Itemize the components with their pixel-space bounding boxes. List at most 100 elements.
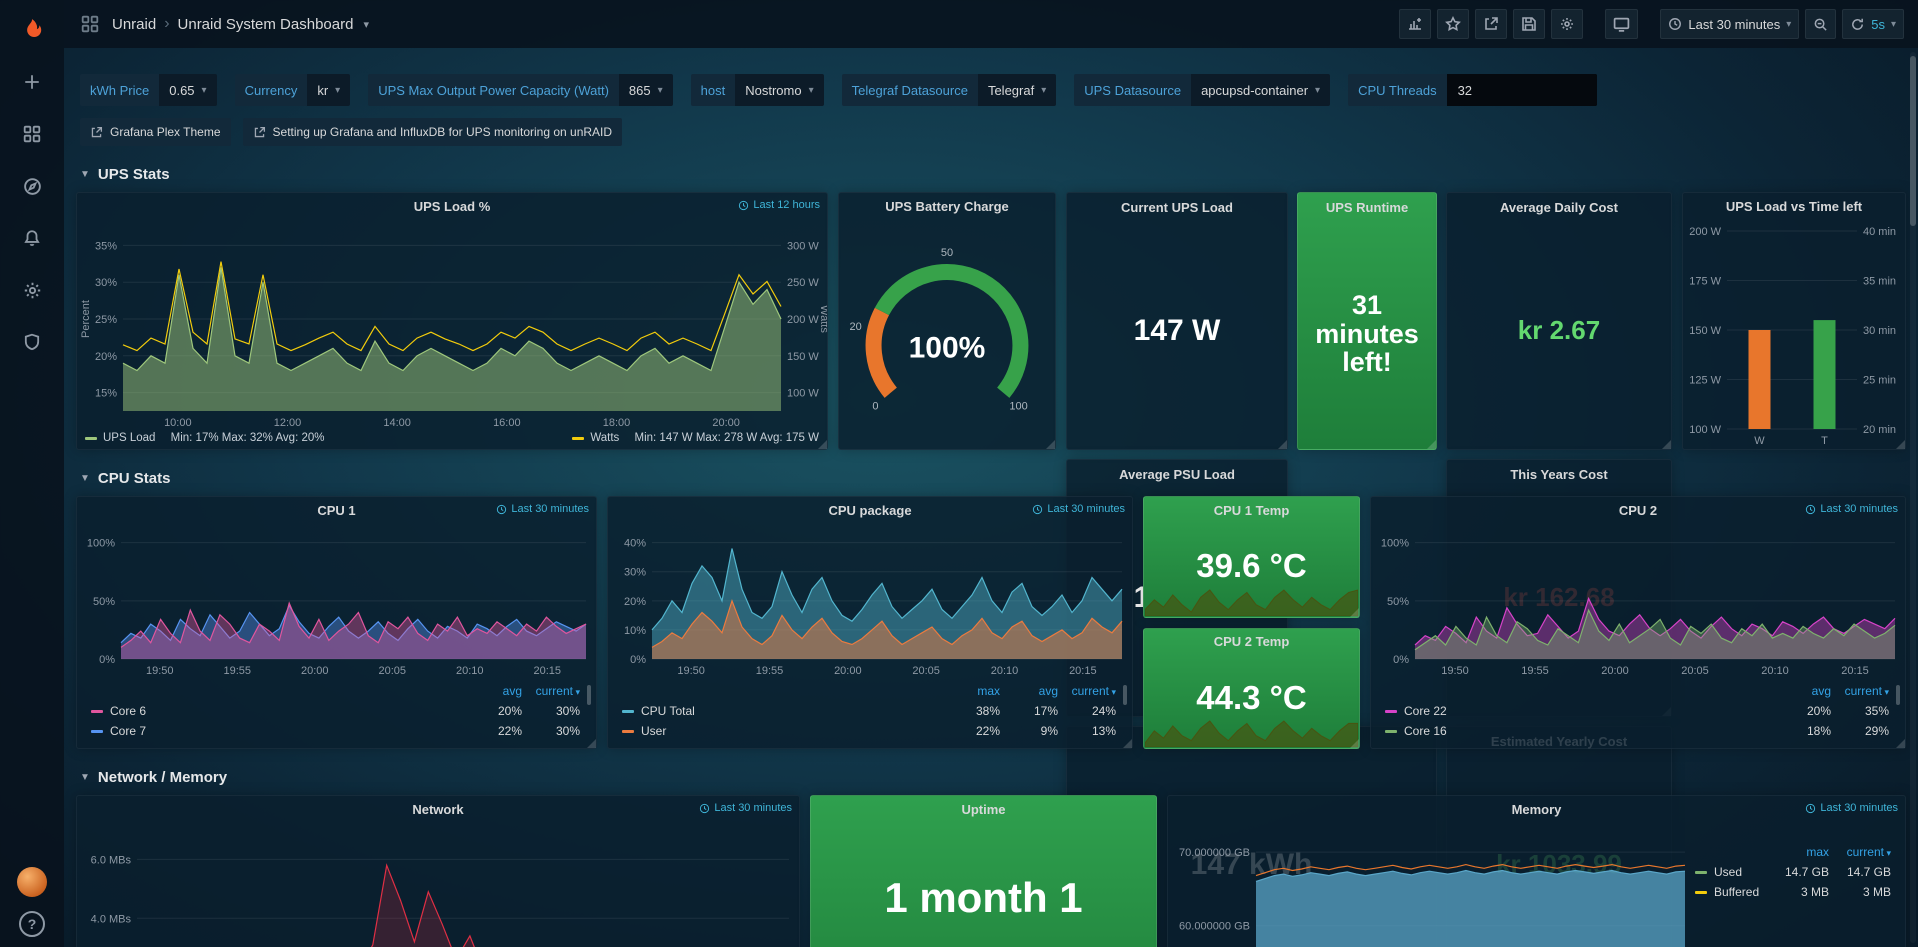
panel-header[interactable]: UPS Load % Last 12 hours — [77, 193, 827, 219]
variable-label: Telegraf Datasource — [842, 74, 978, 106]
panel-uptime: Uptime 1 month 1 — [810, 795, 1157, 947]
refresh-button[interactable]: 5s ▾ — [1842, 9, 1904, 39]
svg-text:Percent: Percent — [80, 300, 92, 338]
legend-row: User22%9%13% — [622, 721, 1116, 741]
zoom-out-button[interactable] — [1805, 9, 1836, 39]
panel-title: CPU 2 — [1619, 503, 1657, 518]
grafana-logo[interactable] — [12, 10, 52, 50]
battery-gauge: 02050100100% — [839, 219, 1055, 449]
chevron-down-icon[interactable]: ▾ — [1891, 19, 1896, 30]
stat-value: 1 month 1 — [811, 874, 1156, 922]
clock-icon — [1032, 504, 1043, 515]
svg-text:Watts: Watts — [818, 305, 827, 333]
network-chart[interactable]: 2.0 MBs4.0 MBs6.0 MBs — [77, 822, 799, 947]
legend-row: Core 722%30% — [91, 721, 580, 741]
link-grafana-plex-theme[interactable]: Grafana Plex Theme — [80, 118, 231, 146]
time-range-picker[interactable]: Last 30 minutes ▾ — [1660, 9, 1799, 39]
legend: maxavgcurrent CPU Total38%17%24% User22%… — [608, 679, 1132, 748]
alerting-bell-icon[interactable] — [12, 218, 52, 258]
save-button[interactable] — [1513, 9, 1545, 39]
panel-cpu2: CPU 2 Last 30 minutes 0%50%100%19:5019:5… — [1370, 496, 1906, 749]
variable-value: 865 — [629, 83, 651, 98]
panel-title: UPS Load vs Time left — [1726, 199, 1862, 214]
svg-text:300 W: 300 W — [787, 240, 819, 252]
chevron-down-icon[interactable]: ▾ — [363, 18, 369, 31]
clock-icon — [1805, 803, 1816, 814]
chevron-down-icon: ▾ — [1786, 19, 1791, 30]
svg-text:20%: 20% — [95, 351, 117, 363]
variable-value: 0.65 — [169, 83, 194, 98]
cpu2-chart[interactable]: 0%50%100%19:5019:5520:0020:0520:1020:15 — [1371, 523, 1905, 679]
cpu-threads-input[interactable] — [1447, 74, 1597, 106]
svg-text:15%: 15% — [95, 388, 117, 400]
stat-value: 31 minutes left! — [1298, 219, 1436, 449]
svg-text:20:15: 20:15 — [1841, 665, 1869, 677]
variable-telegraf-datasource[interactable]: Telegraf Datasource Telegraf▾ — [842, 74, 1057, 106]
star-button[interactable] — [1437, 9, 1469, 39]
svg-text:W: W — [1754, 435, 1765, 447]
svg-text:100%: 100% — [909, 332, 986, 365]
user-avatar[interactable] — [17, 867, 47, 897]
page-scrollbar[interactable] — [1910, 52, 1916, 943]
cpu-package-chart[interactable]: 0%10%20%30%40%19:5019:5520:0020:0520:102… — [608, 523, 1132, 679]
legend: UPS Load Min: 17% Max: 32% Avg: 20% Watt… — [77, 431, 827, 449]
panel-memory: Memory Last 30 minutes 50.000000 GB60.00… — [1167, 795, 1906, 947]
cycle-view-monitor-button[interactable] — [1605, 9, 1638, 39]
refresh-interval-label[interactable]: 5s — [1871, 17, 1885, 32]
svg-text:20:10: 20:10 — [456, 665, 484, 677]
panel-title: CPU 1 Temp — [1214, 503, 1290, 518]
settings-gear-button[interactable] — [1551, 9, 1583, 39]
variable-ups-max-output[interactable]: UPS Max Output Power Capacity (Watt) 865… — [368, 74, 672, 106]
share-button[interactable] — [1475, 9, 1507, 39]
server-admin-shield-icon[interactable] — [12, 322, 52, 362]
explore-compass-icon[interactable] — [12, 166, 52, 206]
breadcrumb-dashboard[interactable]: Unraid System Dashboard — [178, 16, 354, 33]
panel-header[interactable]: UPS Battery Charge — [839, 193, 1055, 219]
dashboards-icon[interactable] — [12, 114, 52, 154]
create-plus-icon[interactable] — [12, 62, 52, 102]
panel-title: Average Daily Cost — [1500, 200, 1618, 215]
breadcrumb-folder[interactable]: Unraid — [112, 16, 156, 33]
memory-chart[interactable]: 50.000000 GB60.000000 GB70.000000 GB — [1168, 822, 1695, 947]
scrollbar-thumb[interactable] — [1910, 56, 1916, 226]
svg-text:20 min: 20 min — [1863, 424, 1896, 436]
svg-text:30 min: 30 min — [1863, 325, 1896, 337]
clock-icon — [1668, 17, 1682, 31]
configuration-gear-icon[interactable] — [12, 270, 52, 310]
variable-label: host — [691, 74, 736, 106]
time-override-badge: Last 12 hours — [738, 199, 820, 211]
svg-text:20:15: 20:15 — [1069, 665, 1097, 677]
svg-text:T: T — [1821, 435, 1828, 447]
section-ups-stats[interactable]: ▼ UPS Stats — [80, 166, 1902, 183]
chevron-down-icon: ▾ — [1041, 85, 1046, 96]
clock-icon — [1805, 504, 1816, 515]
variable-label: kWh Price — [80, 74, 159, 106]
legend: avgcurrent Core 2220%35% Core 1618%29% — [1371, 679, 1905, 748]
panel-title: UPS Battery Charge — [885, 199, 1009, 214]
section-title: UPS Stats — [98, 166, 170, 183]
panel-ups-runtime: UPS Runtime 31 minutes left! — [1297, 192, 1437, 450]
variable-kwh-price[interactable]: kWh Price 0.65▾ — [80, 74, 217, 106]
help-icon[interactable]: ? — [19, 911, 45, 937]
panel-ups-load-vs-time-left: UPS Load vs Time left 100 W125 W150 W175… — [1682, 192, 1906, 450]
ups-vs-time-chart[interactable]: 100 W125 W150 W175 W200 W20 min25 min30 … — [1683, 219, 1905, 449]
svg-text:20:00: 20:00 — [1601, 665, 1629, 677]
cpu1-chart[interactable]: 0%50%100%19:5019:5520:0020:0520:1020:15 — [77, 523, 596, 679]
variable-value: kr — [317, 83, 328, 98]
link-ups-monitoring-guide[interactable]: Setting up Grafana and InfluxDB for UPS … — [243, 118, 623, 146]
svg-text:18:00: 18:00 — [603, 417, 631, 429]
svg-text:200 W: 200 W — [1689, 226, 1721, 238]
chevron-down-icon: ▾ — [335, 85, 340, 96]
add-panel-button[interactable] — [1399, 9, 1431, 39]
legend: avgcurrent Core 620%30% Core 722%30% — [77, 679, 596, 748]
panel-title: UPS Load % — [414, 199, 491, 214]
svg-text:4.0 MBs: 4.0 MBs — [91, 913, 132, 925]
panel-title: CPU 1 — [317, 503, 355, 518]
variable-host[interactable]: host Nostromo▾ — [691, 74, 824, 106]
svg-text:19:50: 19:50 — [146, 665, 174, 677]
ups-load-chart[interactable]: 15%20%25%30%35%100 W150 W200 W250 W300 W… — [77, 219, 827, 431]
svg-text:70.000000 GB: 70.000000 GB — [1179, 847, 1250, 859]
apps-grid-icon[interactable] — [78, 12, 102, 36]
variable-currency[interactable]: Currency kr▾ — [235, 74, 351, 106]
variable-ups-datasource[interactable]: UPS Datasource apcupsd-container▾ — [1074, 74, 1330, 106]
